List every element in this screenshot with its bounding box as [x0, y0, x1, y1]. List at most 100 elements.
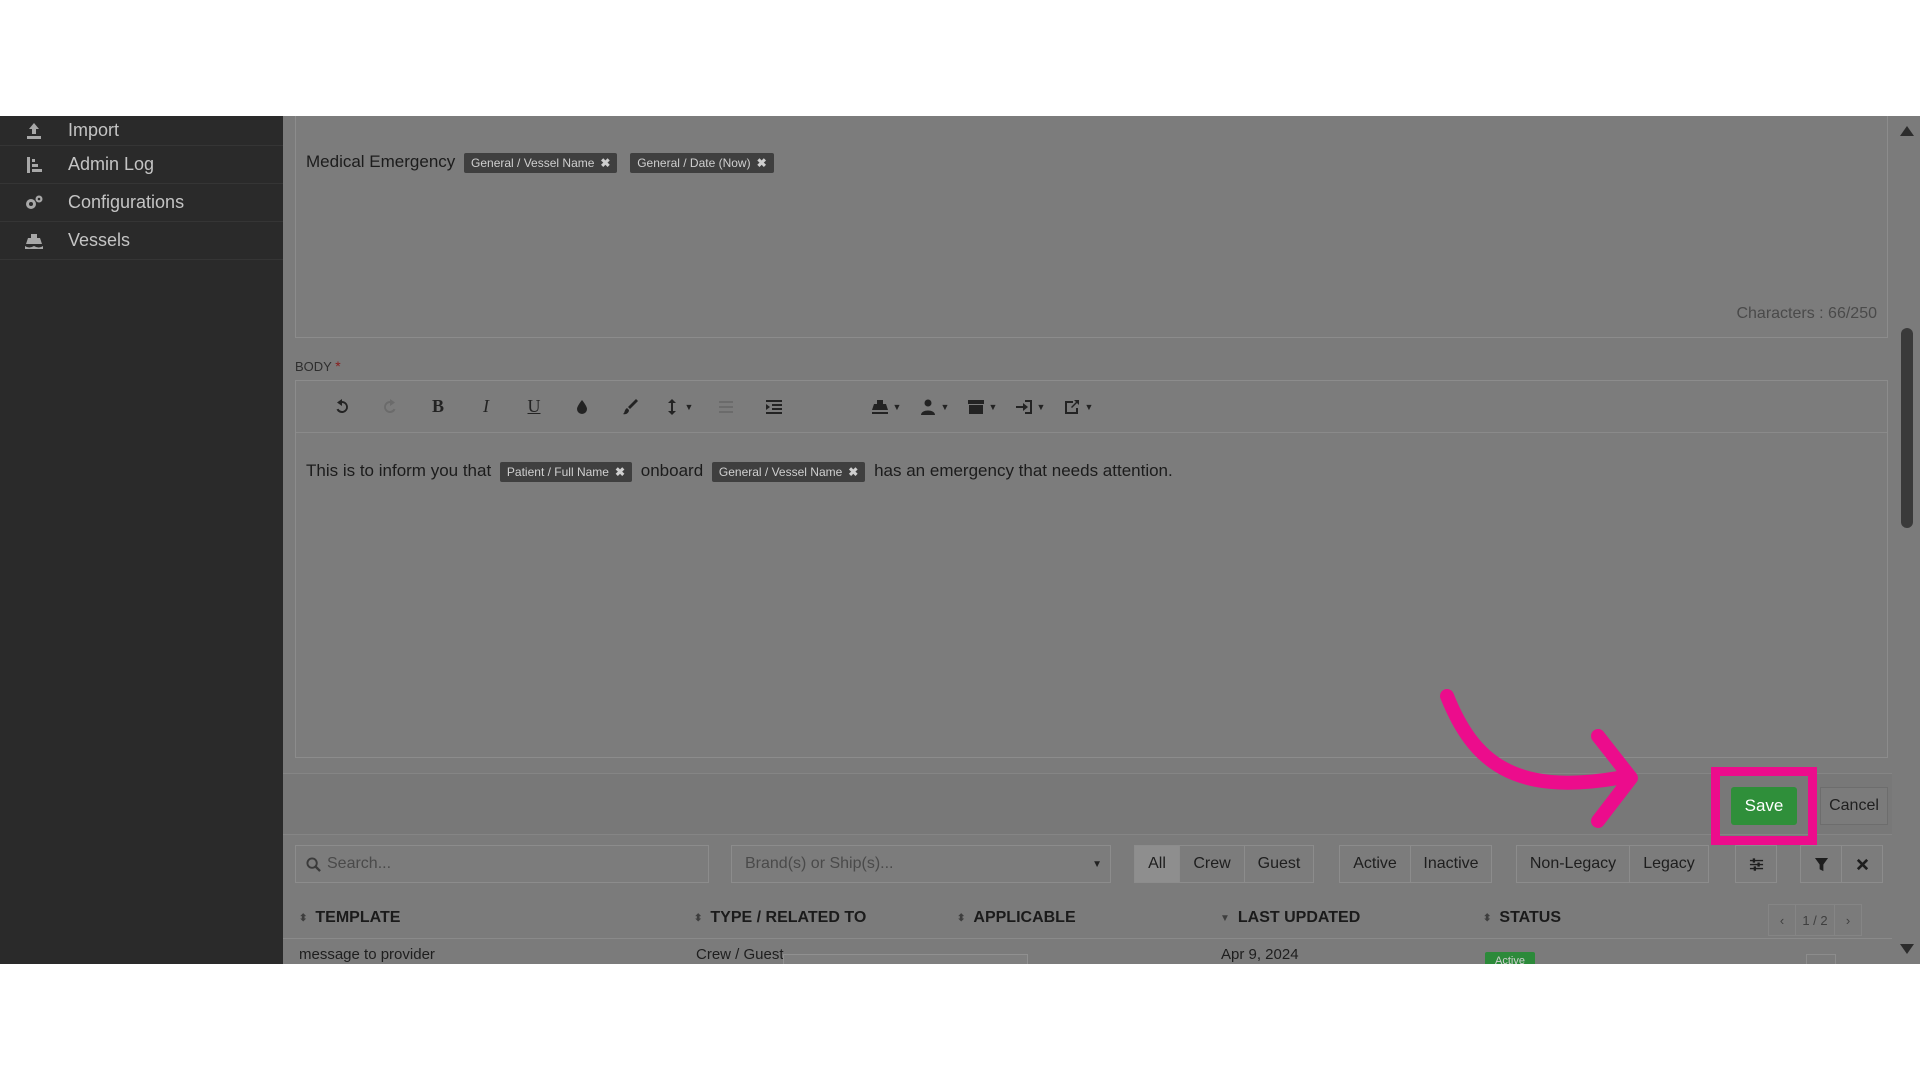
sidebar-item-admin-log[interactable]: Admin Log [0, 146, 283, 184]
column-last-updated[interactable]: ▼ LAST UPDATED [1220, 909, 1360, 927]
placeholder-tag[interactable]: General / Date (Now) ✖ [630, 152, 774, 173]
filter-button[interactable] [1800, 845, 1842, 883]
upload-icon [0, 121, 68, 141]
cell-applicable[interactable] [783, 954, 1028, 964]
sidebar-item-label: Vessels [68, 230, 131, 250]
sidebar-item-label: Admin Log [68, 154, 155, 174]
pagination: ‹ 1 / 2 › [1768, 904, 1862, 936]
body-text: onboard [640, 461, 704, 480]
cell-type: Crew / Guest [696, 946, 784, 963]
sign-in-insert-icon[interactable]: ▼ [1006, 392, 1054, 422]
sort-icon: ⬍ [694, 912, 703, 924]
remove-tag-icon[interactable]: ✖ [757, 156, 767, 170]
sort-desc-icon: ▼ [1220, 912, 1230, 924]
person-insert-icon[interactable]: ▼ [910, 392, 958, 422]
body-label: BODY * [295, 358, 341, 374]
filter-crew[interactable]: Crew [1179, 845, 1245, 883]
brush-icon[interactable] [606, 392, 654, 422]
ship-insert-icon[interactable]: ▼ [862, 392, 910, 422]
clear-filters-button[interactable] [1841, 845, 1883, 883]
indent-icon[interactable] [750, 392, 798, 422]
italic-icon[interactable]: I [462, 392, 510, 422]
filter-legacy[interactable]: Legacy [1629, 845, 1709, 883]
funnel-icon [1814, 857, 1828, 871]
body-content: This is to inform you that Patient / Ful… [306, 461, 1173, 482]
required-marker: * [335, 358, 341, 374]
body-text: This is to inform you that [306, 461, 492, 480]
legacy-filter: Non-Legacy Legacy [1516, 845, 1709, 883]
scroll-thumb[interactable] [1901, 328, 1913, 528]
remove-tag-icon[interactable]: ✖ [615, 465, 625, 479]
remove-tag-icon[interactable]: ✖ [600, 156, 610, 170]
list-icon[interactable] [702, 392, 750, 422]
cancel-button[interactable]: Cancel [1820, 787, 1888, 825]
undo-icon[interactable] [318, 392, 366, 422]
scroll-down-icon[interactable] [1900, 944, 1914, 954]
redo-icon[interactable] [366, 392, 414, 422]
brand-ship-select[interactable]: Brand(s) or Ship(s)... ▼ [731, 845, 1111, 883]
placeholder-tag[interactable]: General / Vessel Name ✖ [711, 461, 866, 482]
share-insert-icon[interactable]: ▼ [1054, 392, 1102, 422]
chevron-down-icon: ▼ [1092, 858, 1102, 870]
status-badge: Active [1485, 952, 1535, 964]
archive-insert-icon[interactable]: ▼ [958, 392, 1006, 422]
sidebar: Import Admin Log Configurations Vessels [0, 116, 283, 964]
sort-icon: ⬍ [957, 912, 966, 924]
subject-text: Medical Emergency [306, 152, 456, 171]
placeholder-tag[interactable]: Patient / Full Name ✖ [499, 461, 633, 482]
page-indicator: 1 / 2 [1795, 905, 1835, 935]
status-filter: Active Inactive [1339, 845, 1492, 883]
filter-bar: Search... Brand(s) or Ship(s)... ▼ All C… [283, 836, 1908, 894]
text-color-icon[interactable] [558, 392, 606, 422]
sidebar-item-configurations[interactable]: Configurations [0, 184, 283, 222]
placeholder-tag[interactable]: General / Vessel Name ✖ [464, 152, 618, 173]
column-status[interactable]: ⬍ STATUS [1483, 909, 1561, 927]
sidebar-item-label: Import [68, 120, 120, 140]
remove-tag-icon[interactable]: ✖ [848, 465, 858, 479]
app-window: Import Admin Log Configurations Vessels … [0, 116, 1920, 964]
table-row[interactable]: message to provider Crew / Guest Apr 9, … [283, 940, 1908, 964]
scroll-up-icon[interactable] [1900, 126, 1914, 136]
cell-template[interactable]: message to provider [299, 946, 435, 963]
line-height-icon[interactable]: ▼ [654, 392, 702, 422]
sidebar-item-import[interactable]: Import [0, 116, 283, 146]
ship-icon [0, 231, 68, 251]
filter-inactive[interactable]: Inactive [1410, 845, 1492, 883]
action-bar [283, 773, 1908, 835]
filter-non-legacy[interactable]: Non-Legacy [1516, 845, 1630, 883]
vertical-scrollbar[interactable] [1892, 116, 1920, 964]
filter-all[interactable]: All [1134, 845, 1180, 883]
prev-page-icon[interactable]: ‹ [1769, 905, 1795, 935]
sort-icon: ⬍ [299, 912, 308, 924]
filter-active[interactable]: Active [1339, 845, 1411, 883]
sort-list-icon [0, 155, 68, 175]
sliders-icon [1749, 857, 1763, 871]
editor-toolbar: B I U ▼ ▼ ▼ ▼ ▼ ▼ [296, 381, 1887, 433]
subject-editor[interactable]: Medical Emergency General / Vessel Name ✖… [295, 116, 1888, 338]
sidebar-item-label: Configurations [68, 192, 185, 212]
search-input[interactable]: Search... [295, 845, 709, 883]
search-icon [306, 856, 321, 872]
main-content: Medical Emergency General / Vessel Name ✖… [283, 116, 1920, 964]
filter-guest[interactable]: Guest [1244, 845, 1314, 883]
underline-icon[interactable]: U [510, 392, 558, 422]
body-editor[interactable]: B I U ▼ ▼ ▼ ▼ ▼ ▼ This is to inform you … [295, 380, 1888, 758]
close-icon [1856, 858, 1868, 870]
sidebar-item-vessels[interactable]: Vessels [0, 222, 283, 260]
body-text: has an emergency that needs attention. [874, 461, 1173, 480]
gears-icon [0, 193, 68, 213]
character-counter: Characters : 66/250 [1736, 305, 1877, 322]
column-settings-button[interactable] [1735, 845, 1777, 883]
audience-filter: All Crew Guest [1134, 845, 1314, 883]
save-button[interactable]: Save [1731, 787, 1797, 825]
next-page-icon[interactable]: › [1835, 905, 1861, 935]
cell-last-updated: Apr 9, 2024 [1221, 946, 1299, 963]
row-action-button[interactable] [1806, 954, 1836, 964]
column-type[interactable]: ⬍ TYPE / RELATED TO [694, 909, 866, 927]
table-header: ⬍ TEMPLATE ⬍ TYPE / RELATED TO ⬍ APPLICABLE… [283, 899, 1908, 939]
bold-icon[interactable]: B [414, 392, 462, 422]
column-applicable[interactable]: ⬍ APPLICABLE [957, 909, 1076, 927]
column-template[interactable]: ⬍ TEMPLATE [299, 909, 400, 927]
sort-icon: ⬍ [1483, 912, 1492, 924]
subject-content: Medical Emergency General / Vessel Name ✖… [306, 152, 778, 173]
